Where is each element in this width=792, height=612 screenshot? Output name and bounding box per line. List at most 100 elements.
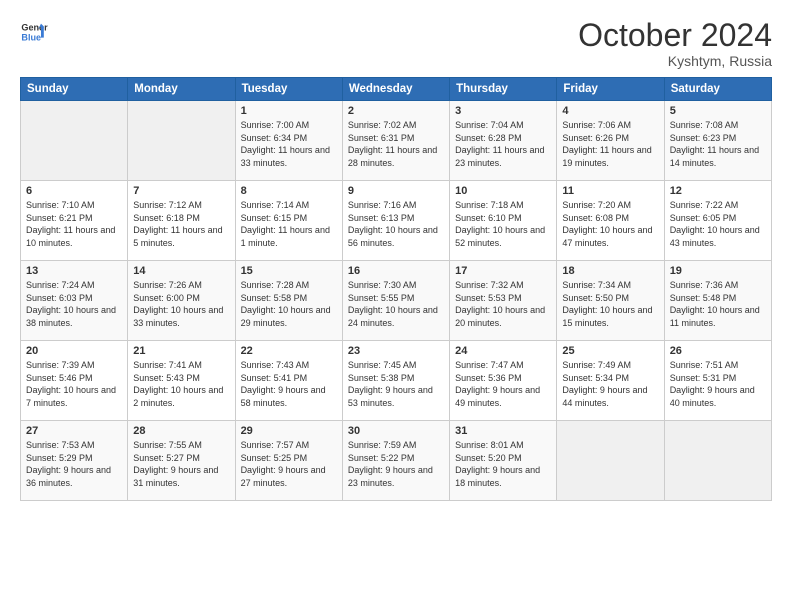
cell-info: Sunrise: 7:06 AMSunset: 6:26 PMDaylight:… bbox=[562, 120, 651, 168]
day-number: 9 bbox=[348, 185, 444, 197]
cell-info: Sunrise: 8:01 AMSunset: 5:20 PMDaylight:… bbox=[455, 440, 540, 488]
calendar-cell: 4 Sunrise: 7:06 AMSunset: 6:26 PMDayligh… bbox=[557, 101, 664, 181]
day-number: 5 bbox=[670, 105, 766, 117]
cell-info: Sunrise: 7:39 AMSunset: 5:46 PMDaylight:… bbox=[26, 360, 116, 408]
cell-info: Sunrise: 7:02 AMSunset: 6:31 PMDaylight:… bbox=[348, 120, 437, 168]
cell-info: Sunrise: 7:41 AMSunset: 5:43 PMDaylight:… bbox=[133, 360, 223, 408]
day-number: 23 bbox=[348, 345, 444, 357]
header-row: Sunday Monday Tuesday Wednesday Thursday… bbox=[21, 78, 772, 101]
cell-info: Sunrise: 7:00 AMSunset: 6:34 PMDaylight:… bbox=[241, 120, 330, 168]
calendar-cell: 5 Sunrise: 7:08 AMSunset: 6:23 PMDayligh… bbox=[664, 101, 771, 181]
logo: General Blue bbox=[20, 18, 48, 46]
calendar-cell: 21 Sunrise: 7:41 AMSunset: 5:43 PMDaylig… bbox=[128, 341, 235, 421]
cell-info: Sunrise: 7:22 AMSunset: 6:05 PMDaylight:… bbox=[670, 200, 760, 248]
cell-info: Sunrise: 7:24 AMSunset: 6:03 PMDaylight:… bbox=[26, 280, 116, 328]
calendar-cell: 28 Sunrise: 7:55 AMSunset: 5:27 PMDaylig… bbox=[128, 421, 235, 501]
calendar-week-2: 13 Sunrise: 7:24 AMSunset: 6:03 PMDaylig… bbox=[21, 261, 772, 341]
cell-info: Sunrise: 7:36 AMSunset: 5:48 PMDaylight:… bbox=[670, 280, 760, 328]
calendar-cell: 29 Sunrise: 7:57 AMSunset: 5:25 PMDaylig… bbox=[235, 421, 342, 501]
day-number: 27 bbox=[26, 425, 122, 437]
cell-info: Sunrise: 7:55 AMSunset: 5:27 PMDaylight:… bbox=[133, 440, 218, 488]
calendar-cell bbox=[21, 101, 128, 181]
calendar-cell: 9 Sunrise: 7:16 AMSunset: 6:13 PMDayligh… bbox=[342, 181, 449, 261]
calendar-cell bbox=[664, 421, 771, 501]
calendar-cell bbox=[128, 101, 235, 181]
calendar-cell: 3 Sunrise: 7:04 AMSunset: 6:28 PMDayligh… bbox=[450, 101, 557, 181]
day-number: 13 bbox=[26, 265, 122, 277]
cell-info: Sunrise: 7:47 AMSunset: 5:36 PMDaylight:… bbox=[455, 360, 540, 408]
calendar-cell: 8 Sunrise: 7:14 AMSunset: 6:15 PMDayligh… bbox=[235, 181, 342, 261]
svg-text:General: General bbox=[21, 23, 48, 33]
day-number: 12 bbox=[670, 185, 766, 197]
calendar-cell: 15 Sunrise: 7:28 AMSunset: 5:58 PMDaylig… bbox=[235, 261, 342, 341]
day-number: 19 bbox=[670, 265, 766, 277]
calendar-cell: 14 Sunrise: 7:26 AMSunset: 6:00 PMDaylig… bbox=[128, 261, 235, 341]
header-monday: Monday bbox=[128, 78, 235, 101]
cell-info: Sunrise: 7:32 AMSunset: 5:53 PMDaylight:… bbox=[455, 280, 545, 328]
day-number: 26 bbox=[670, 345, 766, 357]
day-number: 16 bbox=[348, 265, 444, 277]
calendar-cell: 24 Sunrise: 7:47 AMSunset: 5:36 PMDaylig… bbox=[450, 341, 557, 421]
day-number: 29 bbox=[241, 425, 337, 437]
calendar-cell: 27 Sunrise: 7:53 AMSunset: 5:29 PMDaylig… bbox=[21, 421, 128, 501]
day-number: 24 bbox=[455, 345, 551, 357]
cell-info: Sunrise: 7:34 AMSunset: 5:50 PMDaylight:… bbox=[562, 280, 652, 328]
day-number: 28 bbox=[133, 425, 229, 437]
calendar-page: General Blue October 2024 Kyshtym, Russi… bbox=[0, 0, 792, 612]
day-number: 30 bbox=[348, 425, 444, 437]
day-number: 31 bbox=[455, 425, 551, 437]
svg-text:Blue: Blue bbox=[21, 32, 41, 42]
cell-info: Sunrise: 7:14 AMSunset: 6:15 PMDaylight:… bbox=[241, 200, 330, 248]
cell-info: Sunrise: 7:43 AMSunset: 5:41 PMDaylight:… bbox=[241, 360, 326, 408]
header-sunday: Sunday bbox=[21, 78, 128, 101]
calendar-cell: 2 Sunrise: 7:02 AMSunset: 6:31 PMDayligh… bbox=[342, 101, 449, 181]
calendar-week-3: 20 Sunrise: 7:39 AMSunset: 5:46 PMDaylig… bbox=[21, 341, 772, 421]
header-tuesday: Tuesday bbox=[235, 78, 342, 101]
calendar-cell: 1 Sunrise: 7:00 AMSunset: 6:34 PMDayligh… bbox=[235, 101, 342, 181]
day-number: 18 bbox=[562, 265, 658, 277]
day-number: 21 bbox=[133, 345, 229, 357]
cell-info: Sunrise: 7:49 AMSunset: 5:34 PMDaylight:… bbox=[562, 360, 647, 408]
calendar-cell: 13 Sunrise: 7:24 AMSunset: 6:03 PMDaylig… bbox=[21, 261, 128, 341]
header-friday: Friday bbox=[557, 78, 664, 101]
cell-info: Sunrise: 7:30 AMSunset: 5:55 PMDaylight:… bbox=[348, 280, 438, 328]
calendar-cell: 19 Sunrise: 7:36 AMSunset: 5:48 PMDaylig… bbox=[664, 261, 771, 341]
cell-info: Sunrise: 7:45 AMSunset: 5:38 PMDaylight:… bbox=[348, 360, 433, 408]
calendar-cell: 10 Sunrise: 7:18 AMSunset: 6:10 PMDaylig… bbox=[450, 181, 557, 261]
day-number: 14 bbox=[133, 265, 229, 277]
cell-info: Sunrise: 7:20 AMSunset: 6:08 PMDaylight:… bbox=[562, 200, 652, 248]
cell-info: Sunrise: 7:12 AMSunset: 6:18 PMDaylight:… bbox=[133, 200, 222, 248]
calendar-week-0: 1 Sunrise: 7:00 AMSunset: 6:34 PMDayligh… bbox=[21, 101, 772, 181]
day-number: 20 bbox=[26, 345, 122, 357]
day-number: 22 bbox=[241, 345, 337, 357]
calendar-cell: 26 Sunrise: 7:51 AMSunset: 5:31 PMDaylig… bbox=[664, 341, 771, 421]
title-block: October 2024 Kyshtym, Russia bbox=[578, 18, 772, 69]
day-number: 11 bbox=[562, 185, 658, 197]
calendar-cell: 23 Sunrise: 7:45 AMSunset: 5:38 PMDaylig… bbox=[342, 341, 449, 421]
cell-info: Sunrise: 7:57 AMSunset: 5:25 PMDaylight:… bbox=[241, 440, 326, 488]
calendar-week-4: 27 Sunrise: 7:53 AMSunset: 5:29 PMDaylig… bbox=[21, 421, 772, 501]
calendar-cell: 12 Sunrise: 7:22 AMSunset: 6:05 PMDaylig… bbox=[664, 181, 771, 261]
location: Kyshtym, Russia bbox=[578, 53, 772, 69]
day-number: 3 bbox=[455, 105, 551, 117]
cell-info: Sunrise: 7:18 AMSunset: 6:10 PMDaylight:… bbox=[455, 200, 545, 248]
calendar-cell: 7 Sunrise: 7:12 AMSunset: 6:18 PMDayligh… bbox=[128, 181, 235, 261]
calendar-cell: 31 Sunrise: 8:01 AMSunset: 5:20 PMDaylig… bbox=[450, 421, 557, 501]
day-number: 6 bbox=[26, 185, 122, 197]
day-number: 10 bbox=[455, 185, 551, 197]
day-number: 2 bbox=[348, 105, 444, 117]
cell-info: Sunrise: 7:28 AMSunset: 5:58 PMDaylight:… bbox=[241, 280, 331, 328]
cell-info: Sunrise: 7:51 AMSunset: 5:31 PMDaylight:… bbox=[670, 360, 755, 408]
cell-info: Sunrise: 7:26 AMSunset: 6:00 PMDaylight:… bbox=[133, 280, 223, 328]
cell-info: Sunrise: 7:04 AMSunset: 6:28 PMDaylight:… bbox=[455, 120, 544, 168]
header-thursday: Thursday bbox=[450, 78, 557, 101]
day-number: 15 bbox=[241, 265, 337, 277]
logo-icon: General Blue bbox=[20, 18, 48, 46]
day-number: 4 bbox=[562, 105, 658, 117]
cell-info: Sunrise: 7:59 AMSunset: 5:22 PMDaylight:… bbox=[348, 440, 433, 488]
calendar-cell: 18 Sunrise: 7:34 AMSunset: 5:50 PMDaylig… bbox=[557, 261, 664, 341]
calendar-cell: 25 Sunrise: 7:49 AMSunset: 5:34 PMDaylig… bbox=[557, 341, 664, 421]
calendar-table: Sunday Monday Tuesday Wednesday Thursday… bbox=[20, 77, 772, 501]
day-number: 1 bbox=[241, 105, 337, 117]
cell-info: Sunrise: 7:53 AMSunset: 5:29 PMDaylight:… bbox=[26, 440, 111, 488]
